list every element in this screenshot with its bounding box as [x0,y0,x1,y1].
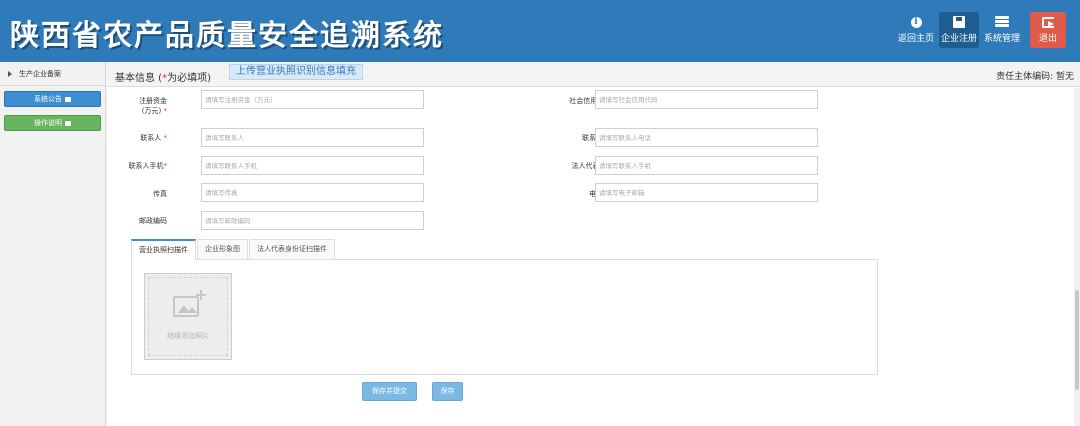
email-input[interactable] [595,183,818,202]
top-actions: i 返回主页 企业注册 系统管理 退出 [893,12,1066,50]
tab-row: 营业执照扫描件 企业形象图 法人代表身份证扫描件 [131,239,336,260]
system-notice-button[interactable]: 系统公告 [4,91,101,107]
home-button-label: 返回主页 [897,33,934,44]
content-header: 基本信息 (*为必填项) 上传营业执照识别信息填充 责任主体编码: 暂无 [107,62,1080,87]
fax-input[interactable] [201,183,424,202]
info-icon: i [910,16,922,28]
chevron-right-icon [8,70,12,77]
save-submit-button[interactable]: 保存并提交 [362,382,417,401]
plus-icon [196,290,206,300]
required-star: * [163,107,168,115]
save-button[interactable]: 保存 [432,382,463,401]
vertical-scrollbar[interactable] [1074,88,1080,426]
basic-info-title: 基本信息 (*为必填项) [115,69,211,84]
save-icon [953,16,965,28]
system-notice-label: 系统公告 [34,95,62,103]
registered-capital-unit: (万元) [141,107,162,115]
list-icon [995,16,1009,28]
registered-capital-label: 注册资金 (万元) * [107,96,167,116]
contact-input[interactable] [201,128,424,147]
comment-icon [65,120,71,126]
system-management-button[interactable]: 系统管理 [982,12,1022,48]
logout-icon [1042,16,1054,28]
contact-mobile-label: 联系人手机* [107,161,168,171]
legal-mobile-input[interactable] [595,156,818,175]
sidebar-item-production-company-record[interactable]: 生产企业备案 [0,62,105,86]
required-star: * [163,162,168,170]
main-content: 基本信息 (*为必填项) 上传营业执照识别信息填充 责任主体编码: 暂无 注册资… [107,62,1080,426]
tab-panel: 继续添加照片 [131,259,878,375]
credit-code-input[interactable] [595,90,818,109]
postcode-input[interactable] [201,211,424,230]
contact-label-text: 联系人 [140,134,162,142]
attachment-tabs: 营业执照扫描件 企业形象图 法人代表身份证扫描件 继续添加照片 [131,239,878,375]
contact-phone-input[interactable] [595,128,818,147]
basic-info-suffix: 为必填项) [167,73,211,84]
top-header: 陕西省农产品质量安全追溯系统 i 返回主页 企业注册 系统管理 退出 [0,0,1080,62]
contact-mobile-label-text: 联系人手机 [128,162,164,170]
contact-mobile-input[interactable] [201,156,424,175]
operation-guide-button[interactable]: 操作说明 [4,115,101,131]
required-star: * [163,134,168,142]
add-photo-label: 继续添加照片 [167,332,209,340]
logout-label: 退出 [1038,33,1057,44]
scrollbar-thumb[interactable] [1075,290,1079,390]
tab-legal-id-scan[interactable]: 法人代表身份证扫描件 [249,239,335,259]
basic-info-prefix: 基本信息 ( [115,73,163,84]
megaphone-icon [65,96,71,102]
contact-label: 联系人 * [107,133,167,143]
registered-capital-label-text: 注册资金 [139,97,167,105]
operation-guide-label: 操作说明 [34,119,62,127]
tab-business-license[interactable]: 营业执照扫描件 [131,239,196,260]
logout-button[interactable]: 退出 [1030,12,1066,48]
company-register-button[interactable]: 企业注册 [939,12,979,48]
home-button[interactable]: i 返回主页 [896,12,936,48]
registered-capital-input[interactable] [201,90,424,109]
sidebar-item-label: 生产企业备案 [19,69,61,78]
fax-label: 传真 [153,190,167,198]
sidebar: 生产企业备案 系统公告 操作说明 [0,62,106,426]
postcode-label: 邮政编码 [139,217,167,225]
app-title: 陕西省农产品质量安全追溯系统 [10,18,445,52]
owner-code: 责任主体编码: 暂无 [996,72,1074,82]
tab-company-image[interactable]: 企业形象图 [197,239,248,259]
add-photo-box[interactable]: 继续添加照片 [144,273,232,360]
company-register-label: 企业注册 [940,34,977,44]
system-management-label: 系统管理 [983,34,1020,44]
upload-license-button[interactable]: 上传营业执照识别信息填充 [229,64,363,80]
